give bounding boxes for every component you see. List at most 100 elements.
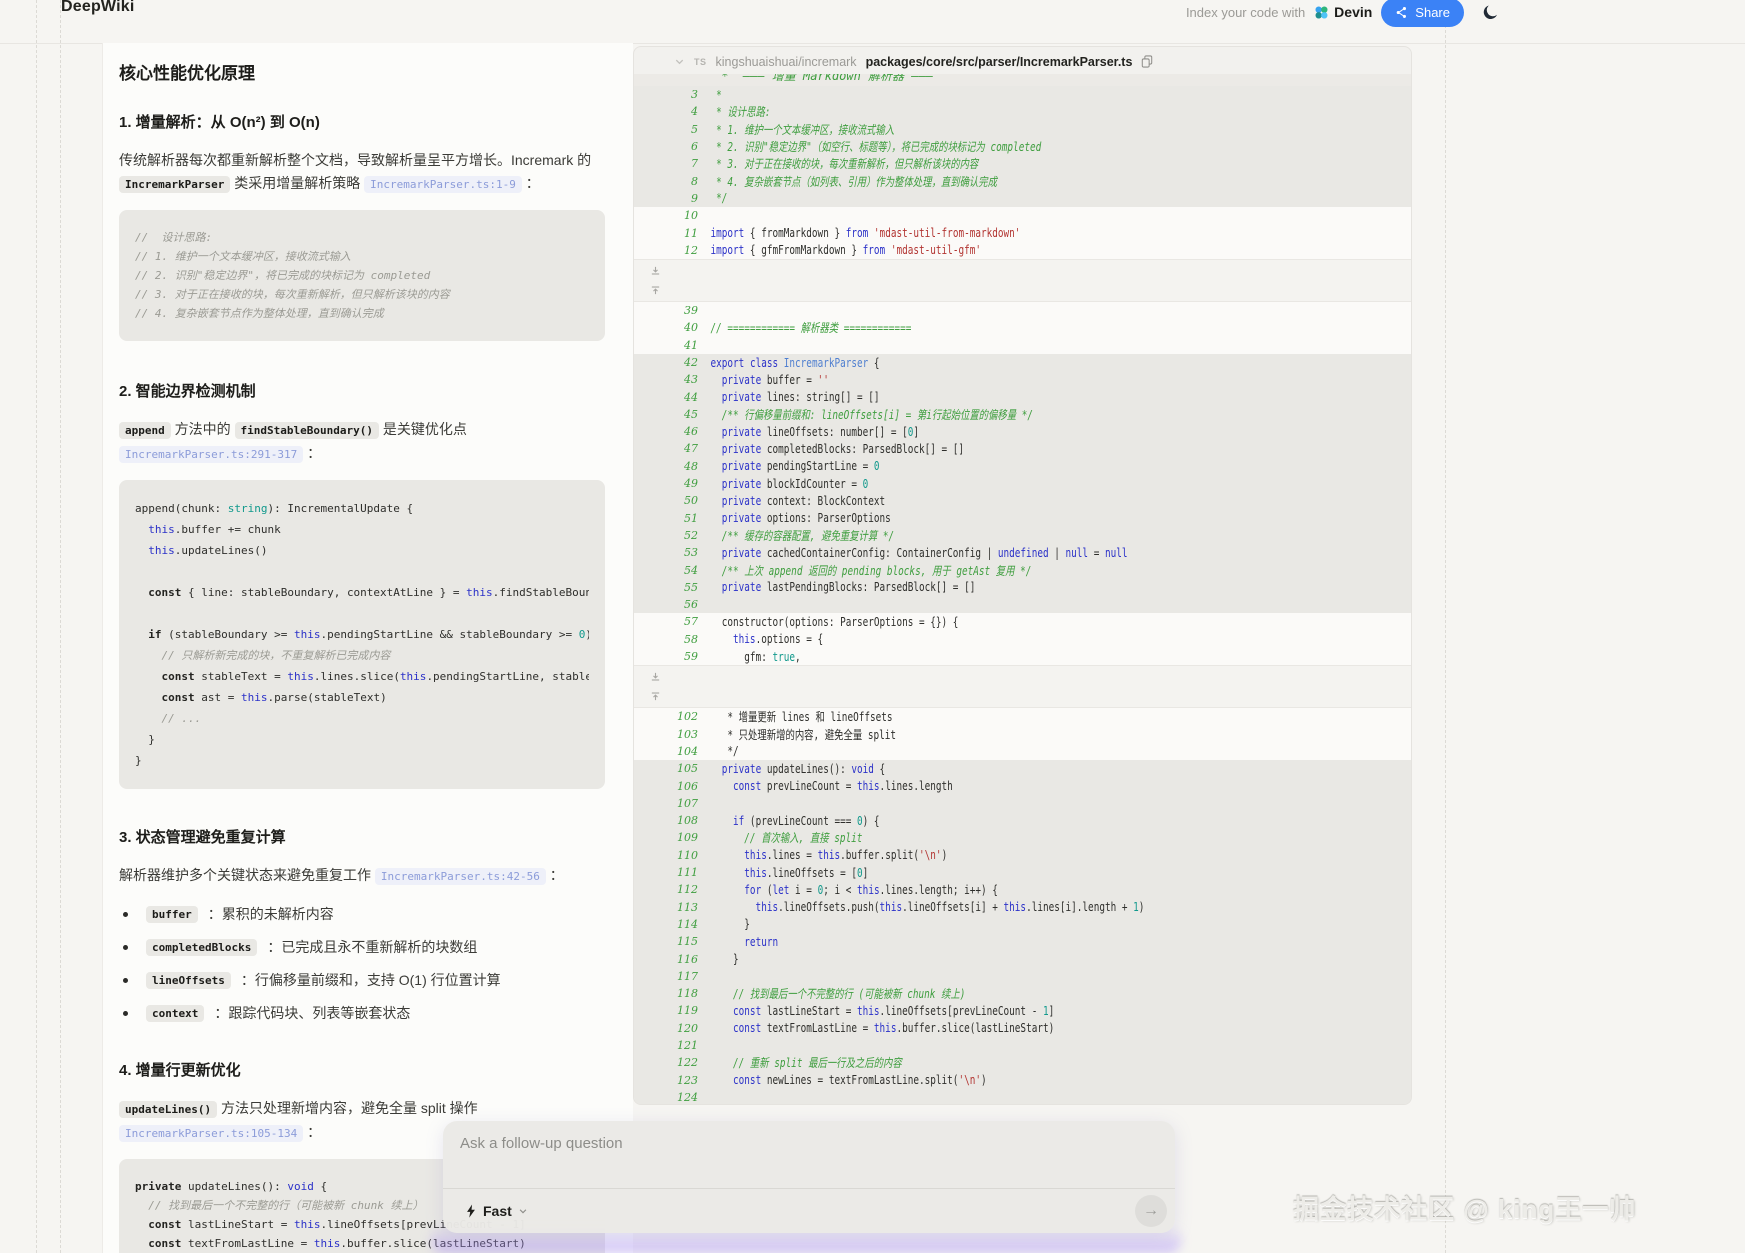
code-text: private lastPendingBlocks: ParsedBlock[]… (698, 580, 1254, 594)
code-line: 42export class IncremarkParser { (634, 354, 1411, 371)
file-reference-link[interactable]: IncremarkParser.ts:291-317 (119, 446, 303, 463)
bullet-text: ：跟踪代码块、列表等嵌套状态 (214, 1003, 410, 1023)
code-text: * 2. 识别"稳定边界"（如空行、标题等），将已完成的块标记为 complet… (698, 138, 1254, 155)
line-number: 112 (634, 883, 698, 896)
expand-down-icon[interactable] (648, 669, 662, 683)
code-text: // 重新 split 最后一行及之后的内容 (698, 1054, 1254, 1071)
page: DeepWiki Index your code with Devin (0, 0, 1745, 1253)
doc-code-line: // ... (135, 708, 589, 729)
code-line: 46 private lineOffsets: number[] = [0] (634, 423, 1411, 440)
file-header: TS kingshuaishuai/incremark packages/cor… (634, 47, 1411, 74)
code-text: const textFromLastLine = this.buffer.sli… (698, 1021, 1254, 1035)
inline-code-chip: append (119, 422, 171, 439)
deepwiki-logo[interactable]: DeepWiki (61, 0, 134, 16)
line-number: 115 (634, 935, 698, 948)
paragraph-text: 解析器维护多个关键状态来避免重复工作 (119, 867, 375, 883)
file-reference-link[interactable]: IncremarkParser.ts:42-56 (375, 868, 546, 885)
line-number: 41 (634, 339, 698, 352)
repo-name[interactable]: kingshuaishuai/incremark (716, 55, 857, 69)
line-number: 10 (634, 209, 698, 222)
code-text: * 设计思路: (698, 103, 1254, 120)
code-text (698, 796, 1254, 810)
code-line: 104 */ (634, 743, 1411, 760)
code-line: 59 gfm: true, (634, 648, 1411, 665)
copy-icon[interactable] (1141, 55, 1153, 68)
line-number: 122 (634, 1056, 698, 1069)
code-text (698, 1038, 1254, 1052)
follow-up-input-box[interactable]: Ask a follow-up question Fast → (443, 1121, 1175, 1233)
code-text: /** 上次 append 返回的 pending blocks, 用于 get… (698, 562, 1254, 579)
code-text: */ (698, 744, 1254, 758)
doc-bullet-list: buffer：累积的未解析内容completedBlocks：已完成且永不重新解… (119, 904, 605, 1023)
code-line: 109 // 首次输入, 直接 split (634, 829, 1411, 846)
line-number: 47 (634, 442, 698, 455)
share-label: Share (1415, 5, 1450, 20)
share-button[interactable]: Share (1381, 0, 1464, 27)
paragraph-text: 方法中的 (171, 421, 235, 437)
paragraph-text: ： (546, 867, 564, 883)
model-selector[interactable]: Fast (459, 1199, 534, 1223)
code-line: 57 constructor(options: ParserOptions = … (634, 613, 1411, 630)
send-button[interactable]: → (1135, 1195, 1167, 1227)
doc-code-line: // 只解析新完成的块，不重复解析已完成内容 (135, 645, 589, 666)
file-reference-link[interactable]: IncremarkParser.ts:1-9 (364, 176, 522, 193)
doc-code-line: // 4. 复杂嵌套节点作为整体处理，直到确认完成 (135, 304, 589, 323)
doc-bullet-item: buffer：累积的未解析内容 (119, 904, 605, 924)
line-number: 12 (634, 244, 698, 257)
follow-up-input-placeholder[interactable]: Ask a follow-up question (460, 1135, 623, 1152)
typescript-file-icon: TS (694, 57, 707, 67)
line-number: 45 (634, 408, 698, 421)
code-line: 11import { fromMarkdown } from 'mdast-ut… (634, 224, 1411, 241)
expand-down-icon[interactable] (648, 263, 662, 277)
file-path[interactable]: packages/core/src/parser/IncremarkParser… (866, 55, 1133, 69)
line-number: 54 (634, 564, 698, 577)
doc-code-block-2: append(chunk: string): IncrementalUpdate… (119, 480, 605, 789)
line-number: 111 (634, 866, 698, 879)
code-line: 103 * 只处理新增的内容, 避免全量 split (634, 726, 1411, 743)
expand-up-icon[interactable] (648, 284, 662, 298)
doc-code-line: // 设计思路: (135, 228, 589, 247)
code-line: 114 } (634, 916, 1411, 933)
code-line: 8 * 4. 复杂嵌套节点（如列表、引用）作为整体处理，直到确认完成 (634, 172, 1411, 189)
code-text: for (let i = 0; i < this.lines.length; i… (698, 883, 1254, 897)
code-line: 10 (634, 207, 1411, 224)
code-text: * 4. 复杂嵌套节点（如列表、引用）作为整体处理，直到确认完成 (698, 173, 1254, 190)
line-number: 123 (634, 1074, 698, 1087)
code-line: 119 const lastLineStart = this.lineOffse… (634, 1002, 1411, 1019)
code-line: 120 const textFromLastLine = this.buffer… (634, 1020, 1411, 1037)
code-line: 122 // 重新 split 最后一行及之后的内容 (634, 1054, 1411, 1071)
dark-mode-toggle[interactable] (1481, 3, 1500, 22)
devin-link[interactable]: Devin (1314, 4, 1372, 20)
code-text (698, 598, 1254, 612)
line-number: 39 (634, 304, 698, 317)
file-reference-link[interactable]: IncremarkParser.ts:105-134 (119, 1125, 303, 1142)
code-line: 58 this.options = { (634, 631, 1411, 648)
line-number: 106 (634, 780, 698, 793)
line-number: 117 (634, 970, 698, 983)
line-number: 43 (634, 373, 698, 386)
code-line: 41 (634, 337, 1411, 354)
code-text: * 只处理新增的内容, 避免全量 split (698, 726, 1254, 743)
index-your-code-label: Index your code with (1186, 5, 1305, 20)
line-number: 9 (634, 192, 698, 205)
line-number: 102 (634, 710, 698, 723)
topbar-right: Index your code with Devin (1186, 0, 1500, 27)
line-number: 50 (634, 494, 698, 507)
code-text: const newLines = textFromLastLine.split(… (698, 1073, 1254, 1087)
doc-bullet-item: context：跟踪代码块、列表等嵌套状态 (119, 1003, 605, 1023)
line-number: 55 (634, 581, 698, 594)
line-number: 109 (634, 831, 698, 844)
code-line: 40// ============ 解析器类 ============ (634, 319, 1411, 336)
doc-code-block-1: // 设计思路:// 1. 维护一个文本缓冲区，接收流式输入// 2. 识别"稳… (119, 210, 605, 341)
bullet-code-chip: buffer (146, 906, 198, 923)
left-guide-line (36, 0, 37, 1253)
collapse-chevron-icon[interactable] (674, 56, 685, 67)
share-icon (1395, 6, 1408, 19)
code-text: import { fromMarkdown } from 'mdast-util… (698, 226, 1254, 240)
input-toolbar: Fast → (443, 1189, 1175, 1233)
code-text: // ============ 解析器类 ============ (698, 319, 1254, 336)
expand-up-icon[interactable] (648, 690, 662, 704)
code-text: constructor(options: ParserOptions = {})… (698, 615, 1254, 629)
paragraph-text: ： (303, 1124, 321, 1140)
code-line: 7 * 3. 对于正在接收的块，每次重新解析，但只解析该块的内容 (634, 155, 1411, 172)
